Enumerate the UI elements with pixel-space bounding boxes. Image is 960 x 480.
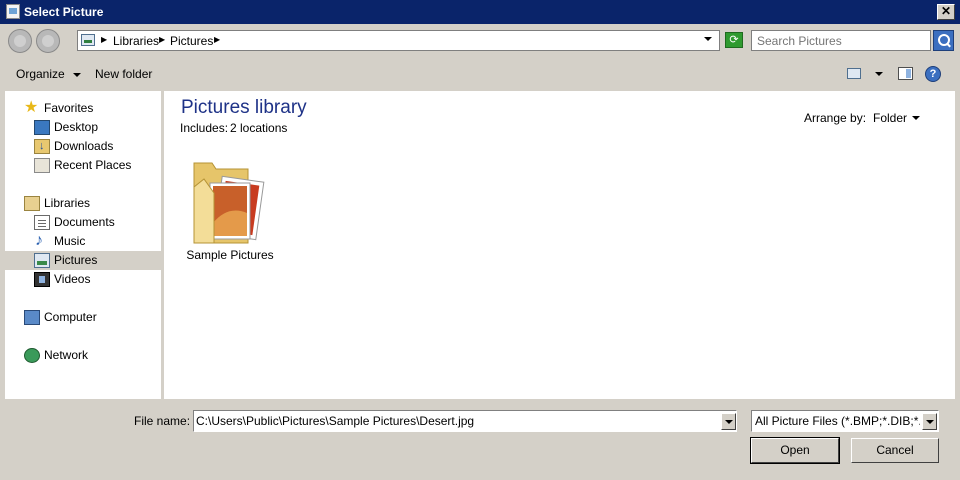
view-options-chevron-down-icon[interactable] — [875, 72, 883, 76]
music-icon — [34, 231, 50, 250]
forward-button[interactable] — [36, 29, 60, 53]
nav-item-videos[interactable]: Videos — [5, 270, 161, 289]
downloads-icon — [34, 137, 50, 156]
breadcrumb-arrow-icon[interactable]: ▶ — [101, 35, 107, 44]
nav-item-label: Pictures — [54, 253, 98, 267]
arrange-by-chevron-down-icon[interactable] — [912, 116, 920, 120]
command-bar: Organize New folder — [0, 58, 960, 90]
nav-item-label: Documents — [54, 215, 115, 229]
nav-item-music[interactable]: Music — [5, 231, 161, 251]
pictures-library-icon — [81, 34, 95, 46]
address-history-chevron-down-icon[interactable] — [704, 37, 712, 41]
arrange-by-dropdown[interactable]: Folder — [873, 111, 907, 125]
nav-item-recent-places[interactable]: Recent Places — [5, 156, 161, 175]
documents-icon — [34, 215, 50, 230]
back-button[interactable] — [8, 29, 32, 53]
search-input[interactable] — [752, 31, 927, 49]
file-name-combobox[interactable] — [193, 410, 737, 432]
navigation-pane: Favorites Desktop Downloads Recent Place… — [5, 91, 161, 399]
close-button[interactable]: ✕ — [937, 4, 955, 20]
breadcrumb-pictures[interactable]: Pictures — [170, 34, 213, 48]
breadcrumb-arrow-icon[interactable]: ▶ — [214, 35, 220, 44]
file-list-pane: Pictures library Includes: 2 locations A… — [164, 91, 955, 399]
preview-pane-icon[interactable] — [898, 67, 913, 80]
computer-icon — [24, 310, 40, 325]
nav-item-downloads[interactable]: Downloads — [5, 137, 161, 156]
star-icon — [24, 98, 40, 117]
organize-button[interactable]: Organize — [16, 67, 81, 81]
search-icon[interactable] — [933, 30, 954, 51]
nav-item-label: Music — [54, 234, 86, 248]
arrange-by-label: Arrange by: — [804, 111, 867, 125]
nav-item-label: Favorites — [44, 101, 94, 115]
folder-icon — [193, 162, 265, 244]
chevron-down-icon — [72, 72, 81, 77]
search-box[interactable] — [751, 30, 931, 51]
folder-label: Sample Pictures — [186, 248, 274, 262]
nav-item-libraries[interactable]: Libraries — [5, 194, 161, 213]
organize-label: Organize — [16, 67, 65, 81]
file-name-input[interactable] — [196, 413, 716, 429]
library-title: Pictures library — [181, 97, 307, 118]
open-button[interactable]: Open — [750, 437, 840, 464]
file-name-chevron-down-icon[interactable] — [721, 413, 736, 430]
navigation-bar: ▶ Libraries ▶ Pictures ▶ ⟳ — [0, 24, 960, 58]
nav-item-favorites[interactable]: Favorites — [5, 98, 161, 118]
recent-places-icon — [34, 158, 50, 173]
folder-item-sample-pictures[interactable]: Sample Pictures — [184, 149, 276, 267]
pictures-icon — [34, 253, 50, 268]
file-type-chevron-down-icon[interactable] — [922, 413, 937, 430]
nav-item-label: Videos — [54, 272, 91, 286]
breadcrumb-libraries[interactable]: Libraries — [113, 34, 159, 48]
nav-item-label: Computer — [44, 310, 97, 324]
nav-item-label: Network — [44, 348, 89, 362]
libraries-icon — [24, 196, 40, 211]
includes-locations-link[interactable]: 2 locations — [230, 121, 287, 135]
includes-label: Includes: — [180, 121, 229, 135]
nav-item-computer[interactable]: Computer — [5, 308, 161, 327]
nav-item-label: Recent Places — [54, 158, 132, 172]
address-bar[interactable]: ▶ Libraries ▶ Pictures ▶ — [77, 30, 720, 51]
nav-item-documents[interactable]: Documents — [5, 213, 161, 232]
change-view-icon[interactable] — [847, 68, 861, 79]
nav-item-pictures[interactable]: Pictures — [5, 251, 161, 270]
desktop-icon — [34, 120, 50, 135]
title-bar: Select Picture ✕ — [0, 0, 960, 24]
cancel-button[interactable]: Cancel — [851, 438, 939, 463]
help-icon[interactable]: ? — [925, 66, 941, 82]
nav-item-label: Desktop — [54, 120, 99, 134]
file-type-value: All Picture Files (*.BMP;*.DIB;*.RLE;*.J… — [755, 414, 920, 428]
window-icon — [6, 4, 20, 19]
nav-item-desktop[interactable]: Desktop — [5, 118, 161, 137]
refresh-button[interactable]: ⟳ — [725, 32, 743, 48]
file-name-label: File name: — [134, 414, 191, 428]
file-type-select[interactable]: All Picture Files (*.BMP;*.DIB;*.RLE;*.J… — [751, 410, 939, 432]
videos-icon — [34, 272, 50, 287]
new-folder-button[interactable]: New folder — [95, 67, 152, 81]
breadcrumb-arrow-icon[interactable]: ▶ — [159, 35, 165, 44]
nav-item-label: Libraries — [44, 196, 91, 210]
nav-item-label: Downloads — [54, 139, 114, 153]
window-title: Select Picture — [24, 5, 104, 19]
nav-item-network[interactable]: Network — [5, 346, 161, 365]
network-icon — [24, 348, 40, 363]
